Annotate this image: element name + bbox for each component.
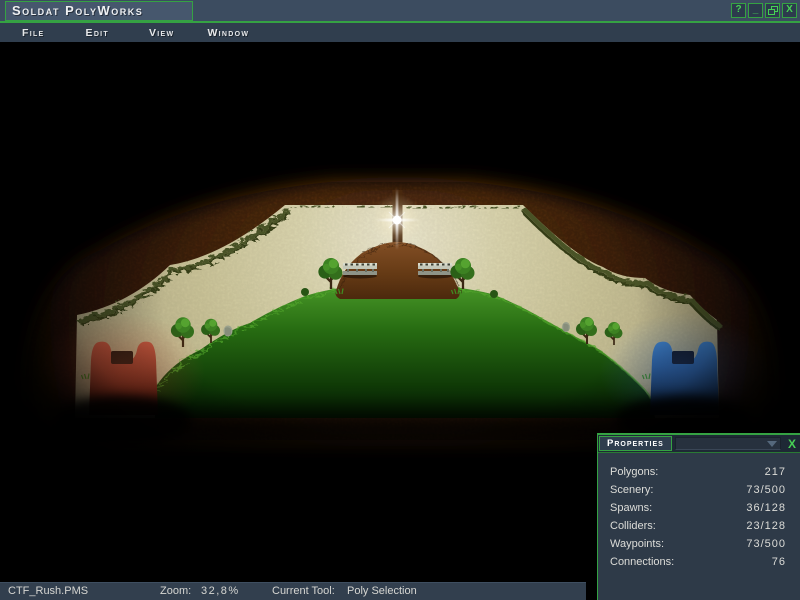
window-buttons: ? _ X: [731, 3, 797, 18]
property-label: Connections:: [610, 553, 674, 571]
property-value: 73/500: [746, 481, 786, 499]
menubar: File Edit View Window: [0, 23, 800, 42]
property-value: 76: [772, 553, 786, 571]
status-filename: CTF_Rush.PMS: [8, 585, 88, 597]
property-label: Waypoints:: [610, 535, 664, 553]
status-zoom-value: 32,8%: [201, 585, 240, 597]
property-value: 73/500: [746, 535, 786, 553]
properties-panel-title: Properties: [599, 436, 672, 451]
titlebar: Soldat PolyWorks ? _ X: [0, 0, 800, 23]
property-row-spawns: Spawns: 36/128: [598, 499, 800, 517]
menu-view[interactable]: View: [149, 27, 174, 39]
properties-panel: Properties X Polygons: 217 Scenery: 73/5…: [597, 433, 800, 600]
property-label: Polygons:: [610, 463, 658, 481]
property-row-colliders: Colliders: 23/128: [598, 517, 800, 535]
properties-panel-header[interactable]: Properties X: [598, 435, 800, 453]
close-button[interactable]: X: [782, 3, 797, 18]
restore-button[interactable]: [765, 3, 780, 18]
properties-panel-body: Polygons: 217 Scenery: 73/500 Spawns: 36…: [598, 453, 800, 571]
property-label: Spawns:: [610, 499, 652, 517]
status-tool-value: Poly Selection: [347, 585, 417, 597]
help-icon: ?: [735, 4, 741, 15]
property-value: 23/128: [746, 517, 786, 535]
window-title-text: Soldat PolyWorks: [12, 3, 143, 18]
restore-icon: [768, 6, 778, 15]
window-title: Soldat PolyWorks: [5, 1, 193, 21]
menu-window[interactable]: Window: [207, 27, 249, 39]
property-label: Colliders:: [610, 517, 656, 535]
property-row-connections: Connections: 76: [598, 553, 800, 571]
property-row-waypoints: Waypoints: 73/500: [598, 535, 800, 553]
property-row-polygons: Polygons: 217: [598, 463, 800, 481]
menu-file[interactable]: File: [22, 27, 45, 39]
app-window: Soldat PolyWorks ? _ X File Edit View Wi…: [0, 0, 800, 600]
properties-title-text: Properties: [607, 438, 664, 449]
panel-header-recess: [675, 437, 781, 450]
property-row-scenery: Scenery: 73/500: [598, 481, 800, 499]
minimize-button[interactable]: _: [748, 3, 763, 18]
collapse-panel-icon[interactable]: [767, 441, 777, 447]
minimize-icon: _: [753, 4, 759, 15]
status-tool-label: Current Tool:: [272, 585, 335, 597]
property-label: Scenery:: [610, 481, 653, 499]
statusbar: CTF_Rush.PMS Zoom: 32,8% Current Tool: P…: [0, 582, 586, 600]
status-zoom-label: Zoom:: [160, 585, 191, 597]
close-icon: X: [786, 4, 793, 15]
property-value: 217: [765, 463, 786, 481]
help-button[interactable]: ?: [731, 3, 746, 18]
property-value: 36/128: [746, 499, 786, 517]
menu-edit[interactable]: Edit: [86, 27, 109, 39]
panel-close-button[interactable]: X: [784, 437, 800, 451]
